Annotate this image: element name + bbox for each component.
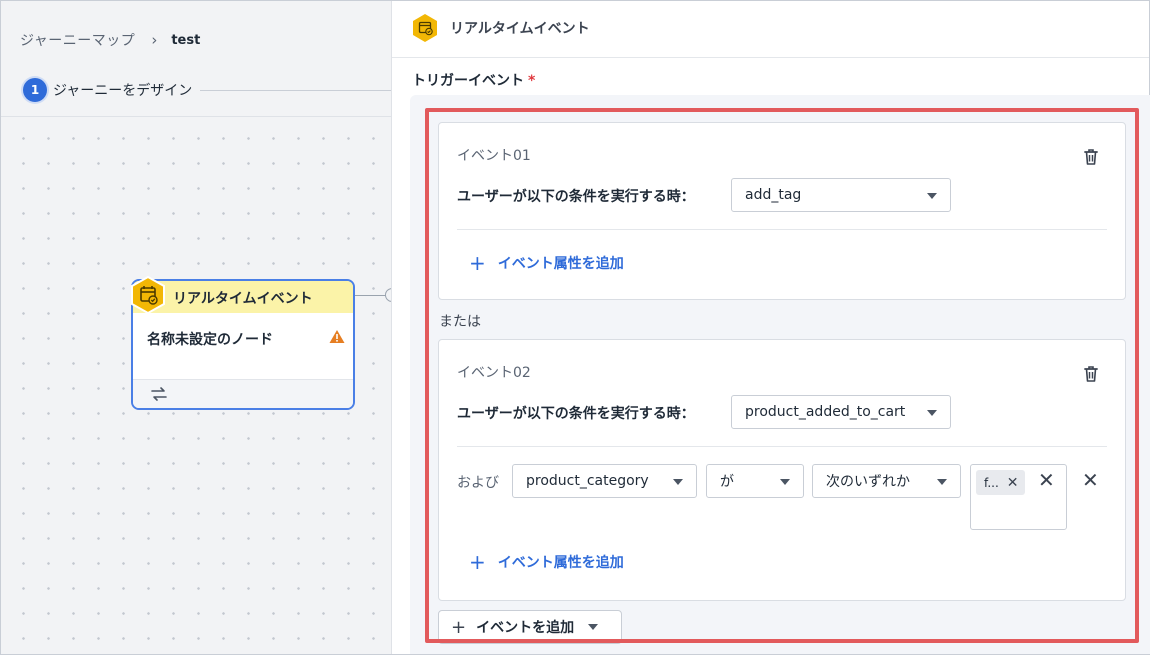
trigger-event-label: トリガーイベント * [412, 70, 535, 90]
step-number-badge: 1 [23, 78, 47, 102]
swap-icon[interactable] [149, 385, 169, 403]
breadcrumb-root-link[interactable]: ジャーニーマップ [20, 30, 135, 50]
journey-canvas: ジャーニーマップ › test 1 ジャーニーをデザイン リアルタイムイベント … [1, 1, 391, 654]
warning-icon [329, 330, 345, 343]
node-footer [133, 379, 353, 408]
step-connector-line [200, 89, 391, 91]
step-label: ジャーニーをデザイン [53, 83, 193, 99]
breadcrumb: ジャーニーマップ › test [20, 30, 200, 50]
event-settings-panel: リアルタイムイベント トリガーイベント * イベント01 ユーザーが以下の条件を実… [391, 1, 1150, 654]
calendar-check-icon [131, 275, 165, 315]
stepper-step[interactable]: 1 ジャーニーをデザイン [23, 78, 391, 102]
canvas-header: ジャーニーマップ › test 1 ジャーニーをデザイン [1, 1, 391, 117]
calendar-check-icon [413, 14, 437, 42]
highlight-box [425, 108, 1139, 643]
required-mark: * [528, 73, 536, 89]
node-type-label: リアルタイムイベント [173, 291, 313, 307]
breadcrumb-separator: › [151, 31, 158, 49]
node-name: 名称未設定のノード [147, 332, 273, 348]
panel-title: リアルタイムイベント [450, 21, 590, 37]
trigger-event-label-text: トリガーイベント [412, 73, 524, 89]
journey-node[interactable]: リアルタイムイベント 名称未設定のノード [131, 275, 355, 410]
breadcrumb-current: test [171, 32, 201, 48]
panel-header: リアルタイムイベント [392, 1, 1149, 58]
